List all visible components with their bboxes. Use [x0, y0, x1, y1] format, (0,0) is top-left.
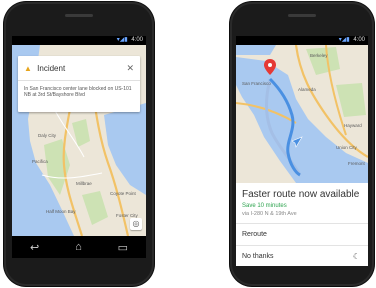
map-view[interactable]: Berkeley San Francisco Alameda Hayward U…	[236, 45, 368, 183]
status-bar: ▾◢▮ 4:00	[12, 36, 146, 45]
earpiece	[65, 14, 93, 17]
my-location-icon[interactable]: ◎	[130, 218, 142, 230]
map-label: Hayward	[344, 123, 362, 128]
recent-apps-icon[interactable]: ▭	[118, 241, 128, 254]
signal-battery-icon: ▾◢▮	[338, 37, 350, 43]
home-icon[interactable]: ⌂	[75, 241, 82, 253]
map-water	[236, 45, 276, 55]
incident-body: In San Francisco center lane blocked on …	[24, 86, 132, 98]
moon-icon[interactable]: ☾	[353, 252, 360, 261]
map-label: Berkeley	[310, 53, 328, 58]
reroute-button[interactable]: Reroute	[242, 231, 267, 238]
map-label: Fremont	[348, 161, 366, 166]
incident-card[interactable]: ▲ Incident ✕ In San Francisco center lan…	[18, 56, 140, 112]
close-icon[interactable]: ✕	[126, 63, 134, 74]
left-phone: ▾◢▮ 4:00 Daly City Pacifica Millbrae Hal…	[4, 2, 154, 286]
left-screen: ▾◢▮ 4:00 Daly City Pacifica Millbrae Hal…	[12, 36, 146, 258]
no-thanks-button[interactable]: No thanks	[242, 253, 274, 260]
incident-header: ▲ Incident ✕	[24, 63, 134, 74]
status-time: 4:00	[131, 37, 143, 43]
route-title: Faster route now available	[242, 189, 360, 200]
status-bar: ▾◢▮ 4:00	[236, 36, 368, 45]
divider	[236, 223, 368, 224]
route-via: via I-280 N & 19th Ave	[242, 211, 297, 217]
map-label: Daly City	[38, 133, 57, 138]
nav-bar: ↩ ⌂ ▭	[12, 236, 146, 258]
divider	[236, 245, 368, 246]
map-label: Half Moon Bay	[46, 209, 76, 214]
map-label: Millbrae	[76, 181, 92, 186]
map-label: Alameda	[298, 87, 316, 92]
back-icon[interactable]: ↩	[30, 241, 39, 254]
warning-icon: ▲	[24, 64, 32, 73]
incident-title: Incident	[37, 64, 66, 73]
right-phone: ▾◢▮ 4:00 Berkeley San Francisco Alameda …	[230, 2, 374, 286]
time-savings: Save 10 minutes	[242, 203, 287, 209]
map-label: Union City	[336, 145, 358, 150]
route-panel: Faster route now available Save 10 minut…	[236, 183, 368, 266]
map-label: Coyote Point	[110, 191, 137, 196]
map-label: Pacifica	[32, 159, 48, 164]
divider	[18, 80, 140, 81]
right-screen: ▾◢▮ 4:00 Berkeley San Francisco Alameda …	[236, 36, 368, 266]
map-label: San Francisco	[242, 81, 271, 86]
signal-battery-icon: ▾◢▮	[116, 37, 128, 43]
earpiece	[288, 14, 316, 17]
status-time: 4:00	[353, 37, 365, 43]
